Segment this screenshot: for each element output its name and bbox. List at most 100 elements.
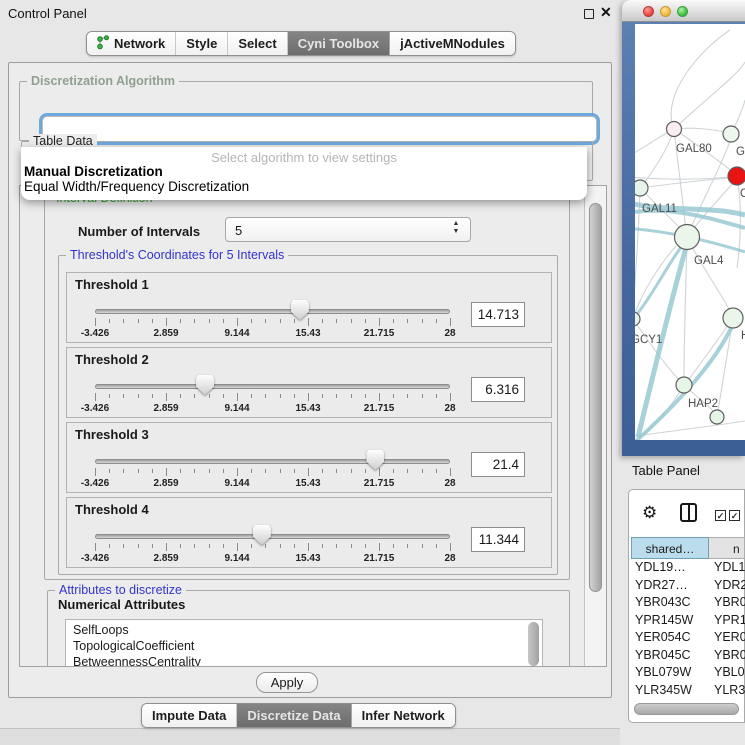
table-row[interactable]: YIL052CYIL0 [630, 699, 745, 701]
network-node-GAL80[interactable] [667, 122, 682, 137]
mac-zoom-icon[interactable] [677, 6, 688, 17]
cell-shared-name: YER054C [635, 630, 691, 644]
tab-label: jActiveMNodules [400, 36, 505, 51]
tick-mark [166, 318, 167, 326]
cyni-bottom-tabs: Impute DataDiscretize Data Infer Network [141, 703, 456, 728]
network-node-GAL4[interactable] [675, 225, 700, 250]
network-node-GCY1[interactable] [635, 312, 640, 326]
tab-jactivemnodules[interactable]: jActiveMNodules [389, 32, 515, 55]
cell-name: YLR3 [714, 683, 745, 697]
network-node-node-bottom-partial[interactable] [710, 410, 724, 424]
threshold-coordinates-group: Threshold's Coordinates for 5 Intervals … [58, 255, 558, 575]
tab-select[interactable]: Select [228, 32, 287, 55]
table-row[interactable]: YDL19…YDL1 [630, 559, 745, 577]
tick-mark [180, 544, 181, 548]
table-row[interactable]: YER054CYER0 [630, 629, 745, 647]
network-window-titlebar[interactable] [622, 0, 745, 22]
dropdown-option-equal-width[interactable]: Equal Width/Frequency Discretization [24, 179, 249, 194]
network-canvas[interactable]: GAL80GGAL11CGAL4GCY1HHAP2 [635, 24, 745, 440]
tab-label: Style [186, 36, 217, 51]
threshold-2-value-field[interactable]: 6.316 [471, 377, 525, 402]
threshold-3-slider-track[interactable] [95, 459, 450, 464]
cell-shared-name: YPR145W [635, 613, 693, 627]
table-horizontal-scrollbar[interactable] [634, 703, 739, 715]
network-node-node-red[interactable] [728, 167, 745, 185]
threshold-3-value-field[interactable]: 21.4 [471, 452, 525, 477]
table-row[interactable]: YDR27…YDR2 [630, 577, 745, 595]
threshold-4-slider-track[interactable] [95, 534, 450, 539]
network-node-HAP2[interactable] [676, 377, 692, 393]
threshold-1-value-field[interactable]: 14.713 [471, 302, 525, 327]
table-row[interactable]: YBL079W YBL0 [630, 664, 745, 682]
number-of-intervals-combobox[interactable]: 5 ▲▼ [225, 217, 471, 242]
network-node-node-h-partial[interactable] [723, 308, 743, 328]
mac-minimize-icon[interactable] [660, 6, 671, 17]
tick-mark [152, 394, 153, 398]
threshold-3-slider-thumb[interactable] [366, 450, 384, 470]
threshold-1-slider-track[interactable] [95, 309, 450, 314]
tick-mark [95, 543, 96, 551]
cell-shared-name: YBL079W [635, 665, 691, 679]
attributes-group-title: Attributes to discretize [55, 583, 186, 597]
float-window-icon[interactable] [584, 9, 594, 19]
attributes-to-discretize-group: Attributes to discretize Numerical Attri… [47, 590, 570, 667]
table-row[interactable]: YBR045CYBR0 [630, 647, 745, 665]
table-row[interactable]: YPR145WYPR1 [630, 612, 745, 630]
gear-icon[interactable]: ⚙ [642, 503, 657, 523]
cell-name: YBR0 [714, 595, 745, 609]
cell-name: YBL0 [714, 665, 745, 679]
column-header-shared-name[interactable]: shared… [631, 537, 709, 559]
tick-mark [123, 394, 124, 398]
column-header-name[interactable]: n [709, 537, 745, 559]
tick-mark [152, 469, 153, 473]
settings-scrollbar-track[interactable] [584, 186, 606, 666]
tab-impute-data[interactable]: Impute Data [142, 704, 237, 727]
tab-network[interactable]: Network [87, 32, 176, 55]
close-icon[interactable]: ✕ [600, 4, 612, 21]
columns-icon[interactable] [680, 503, 697, 522]
network-edge [635, 132, 668, 160]
cell-shared-name: YDL19… [635, 560, 686, 574]
tick-mark [237, 393, 238, 401]
attribute-item[interactable]: BetweennessCentrality [73, 655, 201, 667]
tick-mark [209, 319, 210, 323]
mac-close-icon[interactable] [643, 6, 654, 17]
tick-mark [450, 318, 451, 326]
tick-mark [436, 544, 437, 548]
tick-mark [322, 544, 323, 548]
threshold-2-slider-track[interactable] [95, 384, 450, 389]
algorithm-combobox[interactable] [42, 116, 597, 142]
tick-mark [123, 319, 124, 323]
threshold-1-slider-thumb[interactable] [291, 300, 309, 320]
network-node-label: GAL11 [642, 203, 677, 215]
tab-infer-network[interactable]: Infer Network [351, 704, 455, 727]
cyni-toolbox-panel: Discretization Algorithm Table Data galF… [8, 62, 612, 698]
tick-mark [450, 393, 451, 401]
tab-style[interactable]: Style [176, 32, 228, 55]
network-node-GAL11[interactable] [635, 180, 648, 196]
checkbox-icon[interactable]: ✓ [729, 510, 740, 521]
attribute-item[interactable]: TopologicalCoefficient [73, 639, 194, 653]
tab-cyni-toolbox[interactable]: Cyni Toolbox [288, 32, 389, 55]
tick-mark [223, 319, 224, 323]
threshold-2-slider-thumb[interactable] [196, 375, 214, 395]
numerical-attributes-list[interactable]: SelfLoops TopologicalCoefficient Betweenne… [65, 619, 543, 667]
dropdown-option-manual-discretization[interactable]: Manual Discretization [24, 164, 163, 179]
apply-button[interactable]: Apply [256, 672, 318, 693]
tab-label: Infer Network [362, 708, 445, 723]
cell-name: YBR0 [714, 648, 745, 662]
settings-scrollbar-thumb[interactable] [589, 203, 602, 592]
network-node-node-g-partial[interactable] [723, 126, 739, 142]
threshold-4-value-field[interactable]: 11.344 [471, 527, 525, 552]
tab-discretize-data[interactable]: Discretize Data [237, 704, 350, 727]
network-edge [674, 62, 745, 129]
table-row[interactable]: YBR043CYBR0 [630, 594, 745, 612]
list-scrollbar[interactable] [528, 622, 539, 666]
checkbox-icon[interactable]: ✓ [715, 510, 726, 521]
threshold-4-slider-thumb[interactable] [253, 525, 271, 545]
table-row[interactable]: YLR345WYLR3 [630, 682, 745, 700]
attribute-item[interactable]: SelfLoops [73, 623, 129, 637]
tick-mark [209, 469, 210, 473]
tick-mark [379, 318, 380, 326]
tick-mark [308, 543, 309, 551]
